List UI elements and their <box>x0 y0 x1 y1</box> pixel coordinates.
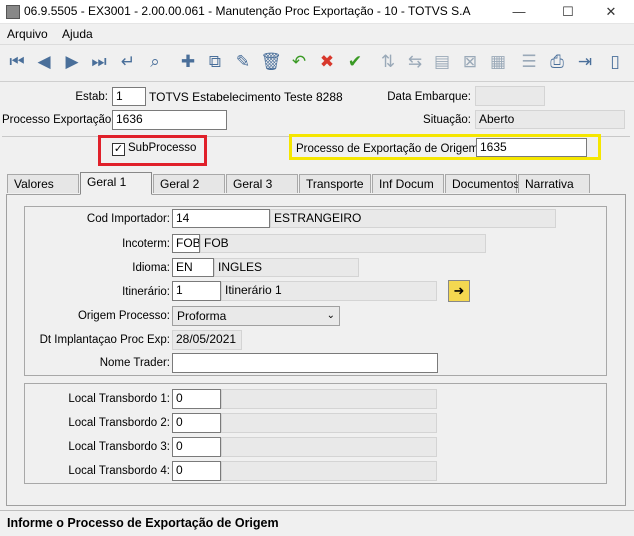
import-icon[interactable]: ⇅ <box>377 51 399 73</box>
local-transbordo-4-desc <box>221 461 437 481</box>
idioma-field[interactable]: EN <box>172 258 214 277</box>
query-icon[interactable]: ▤ <box>431 51 453 73</box>
idioma-label: Idioma: <box>132 262 170 274</box>
idioma-desc: INGLES <box>214 258 359 277</box>
local-transbordo-2-desc <box>221 413 437 433</box>
data-embarque-field[interactable] <box>475 86 545 106</box>
itinerario-label: Itinerário: <box>122 286 170 298</box>
help-book-icon[interactable]: ▯ <box>604 51 626 73</box>
status-message: Informe o Processo de Exportação de Orig… <box>7 516 279 530</box>
cod-importador-field[interactable]: 14 <box>172 209 270 228</box>
local-transbordo-4-field[interactable]: 0 <box>172 461 221 481</box>
cancel-icon[interactable]: ✖ <box>316 51 338 73</box>
tab-transporte[interactable]: Transporte <box>299 174 371 193</box>
exit-icon[interactable]: ⇥ <box>574 51 596 73</box>
tree-icon[interactable]: ☰ <box>518 51 540 73</box>
origem-processo-value: Proforma <box>177 309 227 323</box>
title-bar: 06.9.5505 - EX3001 - 2.00.00.061 - Manut… <box>0 0 634 24</box>
undo-icon[interactable]: ↶ <box>288 51 310 73</box>
local-transbordo-3-field[interactable]: 0 <box>172 437 221 457</box>
menu-bar: Arquivo Ajuda <box>0 24 634 44</box>
tab-narrativa[interactable]: Narrativa <box>518 174 590 193</box>
local-transbordo-1-label: Local Transbordo 1: <box>68 393 170 405</box>
highlight-box-yellow <box>289 134 601 160</box>
minimize-button[interactable]: — <box>496 0 542 23</box>
local-transbordo-4-label: Local Transbordo 4: <box>68 465 170 477</box>
tab-inf-docum[interactable]: Inf Docum <box>372 174 444 193</box>
filter-icon[interactable]: ⊠ <box>459 51 481 73</box>
next-record-icon[interactable]: ▶ <box>61 51 83 73</box>
tab-documentos[interactable]: Documentos <box>445 174 519 193</box>
dt-implantacao-field: 28/05/2021 <box>172 330 242 350</box>
incoterm-label: Incoterm: <box>122 238 170 250</box>
processo-field[interactable]: 1636 <box>112 110 227 130</box>
search-icon[interactable]: ⌕ <box>144 51 166 73</box>
highlight-box-red <box>98 135 207 166</box>
tab-geral-1[interactable]: Geral 1 <box>80 172 152 195</box>
nome-trader-field[interactable] <box>172 353 438 373</box>
local-transbordo-1-field[interactable]: 0 <box>172 389 221 409</box>
goto-icon[interactable]: ↵ <box>117 51 139 73</box>
toolbar: ⏮ ◀ ▶ ⏭ ↵ ⌕ ✚ ⧉ ✎ 🗑 ↶ ✖ ✔ ⇅ ⇆ ▤ ⊠ ▦ ☰ ⎙ … <box>0 44 634 82</box>
maximize-button[interactable]: ☐ <box>545 0 591 23</box>
close-button[interactable]: ✕ <box>588 0 634 23</box>
tab-valores[interactable]: Valores <box>7 174 79 193</box>
tab-geral-3[interactable]: Geral 3 <box>226 174 298 193</box>
chevron-down-icon: ⌄ <box>326 310 335 321</box>
delete-icon[interactable]: 🗑 <box>260 51 282 73</box>
local-transbordo-2-field[interactable]: 0 <box>172 413 221 433</box>
status-bar: Informe o Processo de Exportação de Orig… <box>0 510 634 536</box>
dt-implantacao-label: Dt Implantaçao Proc Exp: <box>39 334 170 346</box>
last-record-icon[interactable]: ⏭ <box>88 51 110 73</box>
export-icon[interactable]: ⇆ <box>404 51 426 73</box>
origem-processo-select[interactable]: Proforma ⌄ <box>172 306 340 326</box>
confirm-icon[interactable]: ✔ <box>344 51 366 73</box>
tab-geral-2[interactable]: Geral 2 <box>153 174 225 193</box>
cod-importador-label: Cod Importador: <box>86 213 170 225</box>
estab-name: TOTVS Estabelecimento Teste 8288 <box>149 90 343 104</box>
local-transbordo-3-desc <box>221 437 437 457</box>
tab-panel-geral-1: Cod Importador: 14 ESTRANGEIRO Incoterm:… <box>6 194 626 506</box>
incoterm-field[interactable]: FOB <box>172 234 200 253</box>
situacao-label: Situação: <box>423 114 471 126</box>
print-icon[interactable]: ⎙ <box>546 51 568 73</box>
local-transbordo-2-label: Local Transbordo 2: <box>68 417 170 429</box>
situacao-field: Aberto <box>475 110 625 129</box>
cod-importador-desc: ESTRANGEIRO <box>270 209 556 228</box>
first-record-icon[interactable]: ⏮ <box>6 51 28 73</box>
report-icon[interactable]: ▦ <box>487 51 509 73</box>
itinerario-field[interactable]: 1 <box>172 281 221 301</box>
edit-icon[interactable]: ✎ <box>232 51 254 73</box>
processo-label: Processo Exportação: <box>2 114 115 126</box>
prev-record-icon[interactable]: ◀ <box>33 51 55 73</box>
copy-icon[interactable]: ⧉ <box>204 51 226 73</box>
itinerario-desc: Itinerário 1 <box>221 281 437 301</box>
itinerario-zoom-icon[interactable]: ➜ <box>448 280 470 302</box>
menu-ajuda[interactable]: Ajuda <box>62 27 93 41</box>
data-embarque-label: Data Embarque: <box>387 91 471 103</box>
nome-trader-label: Nome Trader: <box>99 357 170 369</box>
app-icon <box>6 5 20 19</box>
origem-processo-label: Origem Processo: <box>77 310 170 322</box>
menu-arquivo[interactable]: Arquivo <box>7 27 48 41</box>
window-title: 06.9.5505 - EX3001 - 2.00.00.061 - Manut… <box>24 4 471 18</box>
estab-label: Estab: <box>75 91 108 103</box>
estab-code-field[interactable]: 1 <box>112 87 146 106</box>
add-icon[interactable]: ✚ <box>177 51 199 73</box>
local-transbordo-1-desc <box>221 389 437 409</box>
incoterm-desc: FOB <box>200 234 486 253</box>
local-transbordo-3-label: Local Transbordo 3: <box>68 441 170 453</box>
